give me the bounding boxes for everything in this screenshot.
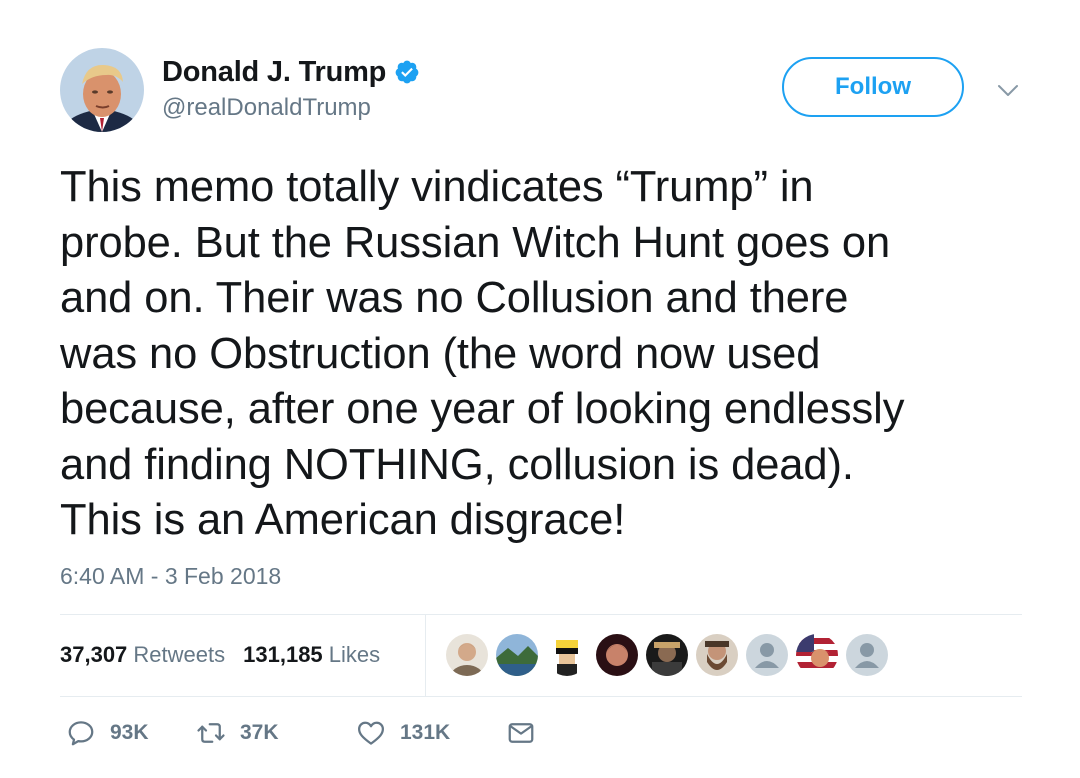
retweet-button[interactable]: 37K xyxy=(196,718,356,748)
divider xyxy=(60,614,1022,615)
retweet-icon xyxy=(197,723,225,743)
author-handle[interactable]: @realDonaldTrump xyxy=(162,94,420,122)
like-button[interactable]: 131K xyxy=(356,718,506,748)
tweet-card: Donald J. Trump @realDonaldTrump Follow … xyxy=(0,0,1080,778)
retweets-count: 37,307 xyxy=(60,642,128,667)
stats-divider xyxy=(425,615,426,696)
author-avatar[interactable] xyxy=(60,48,144,132)
liker-avatars xyxy=(446,634,896,676)
retweet-count: 37K xyxy=(240,721,279,744)
like-count: 131K xyxy=(400,721,451,744)
likes-stat[interactable]: 131,185 Likes xyxy=(243,642,380,668)
retweets-label: Retweets xyxy=(133,642,226,667)
chevron-down-icon[interactable] xyxy=(996,78,1020,102)
envelope-icon xyxy=(508,723,534,743)
liker-avatar-default[interactable] xyxy=(746,634,788,676)
likes-count: 131,185 xyxy=(243,642,323,667)
author-name[interactable]: Donald J. Trump xyxy=(162,56,386,89)
liker-avatar[interactable] xyxy=(646,634,688,676)
reply-count: 93K xyxy=(110,721,149,744)
follow-button[interactable]: Follow xyxy=(782,57,964,117)
liker-avatar[interactable] xyxy=(596,634,638,676)
heart-icon xyxy=(358,721,384,745)
divider xyxy=(60,696,1022,697)
retweets-stat[interactable]: 37,307 Retweets xyxy=(60,642,225,668)
liker-avatar[interactable] xyxy=(546,634,588,676)
tweet-timestamp[interactable]: 6:40 AM - 3 Feb 2018 xyxy=(60,563,281,590)
liker-avatar[interactable] xyxy=(446,634,488,676)
verified-badge-icon xyxy=(394,59,420,85)
liker-avatar[interactable] xyxy=(796,634,838,676)
liker-avatar[interactable] xyxy=(496,634,538,676)
liker-avatar[interactable] xyxy=(696,634,738,676)
likes-label: Likes xyxy=(328,642,381,667)
tweet-actions: 93K 37K 131K xyxy=(66,718,536,748)
reply-icon xyxy=(68,721,94,746)
engagement-stats: 37,307 Retweets 131,185 Likes xyxy=(60,642,398,668)
liker-avatar-default[interactable] xyxy=(846,634,888,676)
direct-message-button[interactable] xyxy=(506,718,536,748)
reply-button[interactable]: 93K xyxy=(66,718,196,748)
author-info: Donald J. Trump @realDonaldTrump xyxy=(162,54,420,122)
tweet-text: This memo totally vindicates “Trump” in … xyxy=(60,163,905,544)
